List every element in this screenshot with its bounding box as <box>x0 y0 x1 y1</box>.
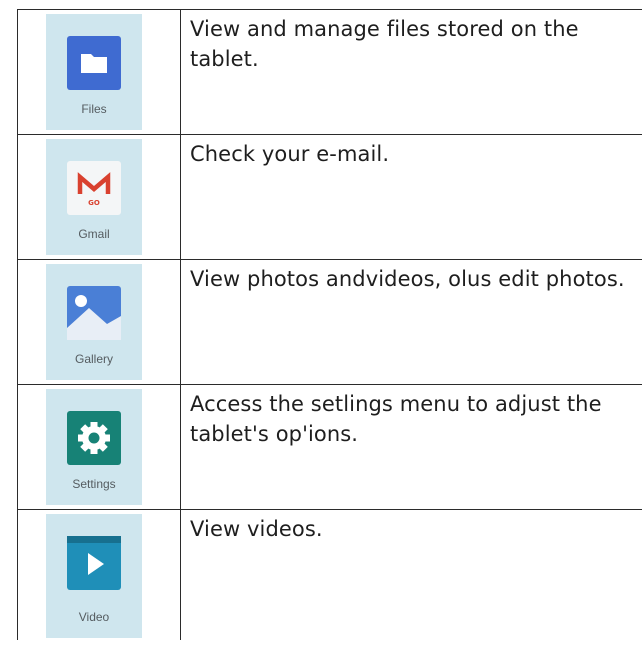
table-row: Files View and manage files stored on th… <box>17 9 642 135</box>
table-row: Settings Access the setlings menu to adj… <box>17 384 642 510</box>
app-description: View and manage files stored on the tabl… <box>190 17 579 71</box>
gallery-photo-icon <box>67 286 121 340</box>
tile-label: Settings <box>72 477 116 491</box>
tile-label: Gallery <box>74 352 113 366</box>
gallery-app-tile: Gallery <box>46 264 142 380</box>
svg-text:GO: GO <box>88 199 100 207</box>
table-row: Gallery View photos andvideos, olus edit… <box>17 259 642 385</box>
gmail-app-tile: GO Gmail <box>46 139 142 255</box>
table-row: GO Gmail Check your e-mail. <box>17 134 642 260</box>
tile-label: Gmail <box>78 227 110 241</box>
app-description-table: Files View and manage files stored on th… <box>17 9 642 640</box>
video-play-icon <box>67 536 121 590</box>
app-description: Check your e-mail. <box>190 142 390 166</box>
description-cell: Access the setlings menu to adjust the t… <box>180 384 642 510</box>
settings-gear-icon <box>67 411 121 465</box>
files-folder-icon <box>67 36 121 90</box>
icon-cell: Settings <box>17 384 181 510</box>
tile-label: Files <box>81 102 107 116</box>
app-description: View photos andvideos, olus edit photos. <box>190 267 625 291</box>
description-cell: View photos andvideos, olus edit photos. <box>180 259 642 385</box>
description-cell: View and manage files stored on the tabl… <box>180 9 642 135</box>
description-cell: View videos. <box>180 509 642 640</box>
icon-cell: Files <box>17 9 181 135</box>
settings-app-tile: Settings <box>46 389 142 505</box>
description-cell: Check your e-mail. <box>180 134 642 260</box>
files-app-tile: Files <box>46 14 142 130</box>
tile-label: Video <box>78 610 110 624</box>
table-row: Video View videos. <box>17 509 642 640</box>
app-description: View videos. <box>190 517 323 541</box>
app-description: Access the setlings menu to adjust the t… <box>190 392 602 446</box>
icon-cell: Video <box>17 509 181 640</box>
video-app-tile: Video <box>46 514 142 638</box>
icon-cell: Gallery <box>17 259 181 385</box>
gmail-icon: GO <box>67 161 121 215</box>
icon-cell: GO Gmail <box>17 134 181 260</box>
